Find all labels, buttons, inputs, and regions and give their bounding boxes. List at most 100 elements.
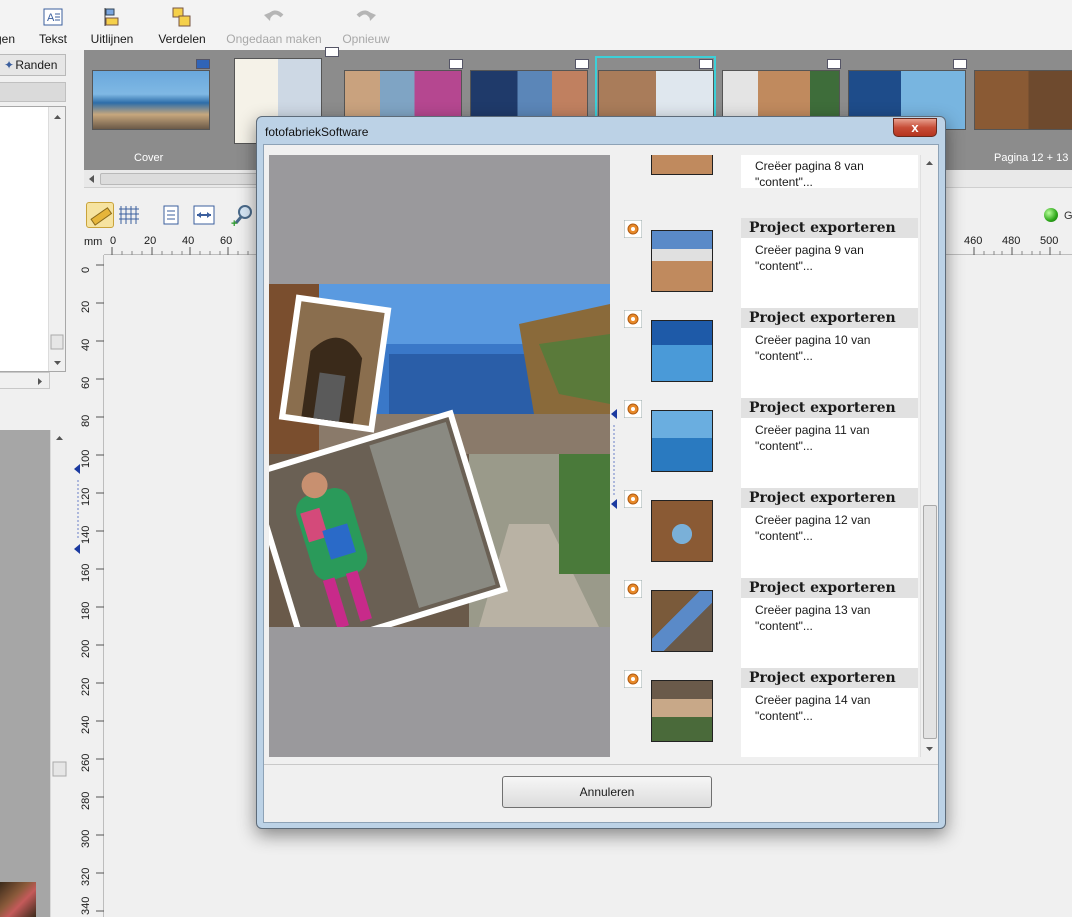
close-icon: x bbox=[911, 120, 919, 135]
strip-scrollbar-thumb[interactable] bbox=[100, 173, 260, 185]
splitter-handle-icon[interactable] bbox=[610, 405, 618, 525]
left-panel-header bbox=[0, 82, 66, 102]
task-list-scrollbar-thumb[interactable] bbox=[923, 505, 937, 739]
cover-label: Cover bbox=[134, 152, 164, 164]
book-icon bbox=[449, 59, 463, 69]
vertical-ruler: 0 20 40 60 80 100 120 140 160 180 200 22… bbox=[80, 255, 104, 917]
spread-preview bbox=[269, 155, 610, 757]
task-list: Creëer pagina 8 van "content"... Project… bbox=[618, 155, 938, 757]
text-icon: A bbox=[41, 6, 65, 28]
collapse-handle-icon[interactable] bbox=[72, 460, 84, 560]
book-icon bbox=[196, 59, 210, 69]
task-heading: Project exporteren bbox=[741, 578, 918, 598]
gear-icon bbox=[624, 220, 642, 238]
scroll-left-icon bbox=[89, 175, 94, 183]
align-button[interactable]: Uitlijnen bbox=[88, 4, 136, 46]
page-label: Pagina 12 + 13 bbox=[994, 152, 1069, 164]
align-icon bbox=[100, 6, 124, 28]
grid-toggle-button[interactable] bbox=[116, 202, 144, 228]
ruler-label: 480 bbox=[1002, 235, 1021, 247]
main-toolbar: gen A Tekst Uitlijnen Verdelen Ongedaan … bbox=[0, 0, 1072, 50]
ruler-label: 0 bbox=[80, 266, 92, 273]
zoom-in-button[interactable]: + bbox=[230, 202, 258, 230]
task-text: Creëer pagina 11 van "content"... bbox=[741, 418, 918, 488]
dialog-content: Creëer pagina 8 van "content"... Project… bbox=[263, 144, 939, 823]
scrollbar-arrows bbox=[50, 115, 64, 365]
task-list-scrollbar[interactable] bbox=[920, 155, 938, 757]
ruler-label: 80 bbox=[80, 414, 92, 427]
status-indicator-icon bbox=[1044, 208, 1058, 222]
list-item: Project exporteren Creëer pagina 11 van … bbox=[618, 398, 918, 488]
ruler-ticks bbox=[96, 264, 104, 912]
page-thumbnail[interactable] bbox=[974, 70, 1072, 130]
redo-button[interactable]: Opnieuw bbox=[338, 4, 394, 46]
ruler-label: 20 bbox=[80, 300, 92, 313]
ruler-label: 200 bbox=[80, 639, 92, 658]
text-button[interactable]: A Tekst bbox=[34, 4, 72, 46]
toolbar-button-partial[interactable]: gen bbox=[0, 4, 18, 46]
list-item: Project exporteren Creëer pagina 10 van … bbox=[618, 308, 918, 398]
ruler-toggle-button[interactable] bbox=[86, 202, 114, 228]
spread-preview-image bbox=[269, 284, 610, 627]
fit-width-button[interactable] bbox=[190, 202, 218, 228]
gear-icon bbox=[624, 580, 642, 598]
toolbar-icon bbox=[0, 6, 17, 28]
tab-randen[interactable]: ✦ Randen bbox=[0, 54, 66, 76]
ruler-label: 340 bbox=[80, 896, 92, 915]
task-thumbnail bbox=[651, 410, 713, 472]
left-preview-area bbox=[0, 430, 50, 917]
ruler-label: 280 bbox=[80, 791, 92, 810]
task-thumbnail bbox=[651, 320, 713, 382]
ruler-label: 180 bbox=[80, 601, 92, 620]
page-button[interactable] bbox=[158, 202, 186, 228]
gear-icon bbox=[624, 400, 642, 418]
task-text: Creëer pagina 14 van "content"... bbox=[741, 688, 918, 757]
task-heading: Project exporteren bbox=[741, 488, 918, 508]
redo-icon bbox=[354, 6, 378, 28]
book-icon bbox=[325, 47, 339, 57]
task-thumbnail bbox=[651, 155, 713, 175]
ruler-unit-label: mm bbox=[84, 236, 103, 248]
fit-width-icon bbox=[193, 205, 215, 225]
ruler-label: 40 bbox=[182, 235, 195, 247]
left-panel: ✦ Randen bbox=[0, 50, 70, 917]
export-dialog: fotofabriekSoftware x Creëer pagina 8 va… bbox=[256, 116, 946, 829]
task-thumbnail bbox=[651, 590, 713, 652]
left-list-scrollbar[interactable] bbox=[48, 107, 65, 371]
gear-icon bbox=[624, 310, 642, 328]
task-text: Creëer pagina 9 van "content"... bbox=[741, 238, 918, 308]
task-thumbnail bbox=[651, 680, 713, 742]
left-photo-fragment bbox=[0, 882, 36, 917]
left-horizontal-scrollbar[interactable] bbox=[0, 372, 50, 389]
ruler-label: 40 bbox=[80, 338, 92, 351]
task-text: Creëer pagina 10 van "content"... bbox=[741, 328, 918, 398]
left-item-list[interactable] bbox=[0, 106, 66, 372]
undo-button[interactable]: Ongedaan maken bbox=[224, 4, 324, 46]
task-heading: Project exporteren bbox=[741, 398, 918, 418]
left-preview-scrollbar[interactable] bbox=[50, 430, 67, 917]
list-item: Project exporteren Creëer pagina 9 van "… bbox=[618, 218, 918, 308]
ruler-label: 60 bbox=[220, 235, 233, 247]
undo-icon bbox=[262, 6, 286, 28]
zoom-in-icon: + bbox=[231, 205, 252, 230]
book-icon bbox=[827, 59, 841, 69]
ruler-label: 220 bbox=[80, 677, 92, 696]
svg-text:+: + bbox=[231, 218, 237, 228]
ruler-icon bbox=[90, 207, 113, 226]
distribute-icon bbox=[170, 6, 194, 28]
ruler-label: 500 bbox=[1040, 235, 1059, 247]
cancel-button[interactable]: Annuleren bbox=[502, 776, 712, 808]
ruler-label: 320 bbox=[80, 867, 92, 886]
task-text: Creëer pagina 8 van "content"... bbox=[741, 155, 918, 189]
gear-icon bbox=[624, 490, 642, 508]
task-thumbnail bbox=[651, 230, 713, 292]
task-text: Creëer pagina 12 van "content"... bbox=[741, 508, 918, 578]
page-thumbnail-cover[interactable] bbox=[92, 59, 210, 130]
grid-icon bbox=[119, 206, 139, 224]
task-text: Creëer pagina 13 van "content"... bbox=[741, 598, 918, 668]
svg-text:A: A bbox=[47, 12, 55, 24]
gear-icon bbox=[624, 670, 642, 688]
list-item: Project exporteren Creëer pagina 12 van … bbox=[618, 488, 918, 578]
distribute-button[interactable]: Verdelen bbox=[155, 4, 209, 46]
close-button[interactable]: x bbox=[893, 118, 937, 137]
